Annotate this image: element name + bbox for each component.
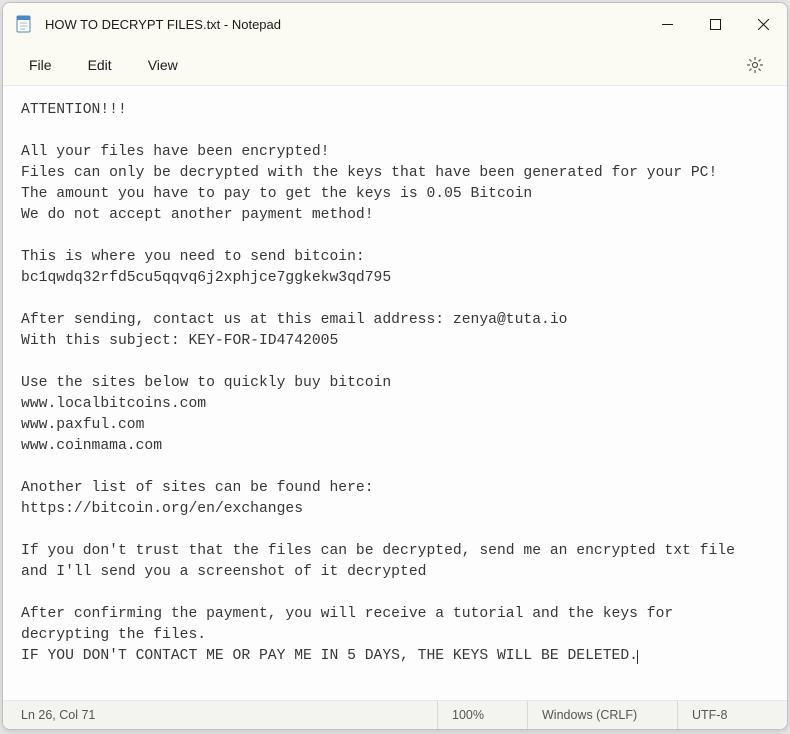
editor-content: ATTENTION!!! All your files have been en…: [21, 102, 735, 664]
menu-view[interactable]: View: [130, 51, 196, 79]
status-line-ending: Windows (CRLF): [527, 701, 677, 729]
menu-edit[interactable]: Edit: [70, 51, 130, 79]
gear-icon: [746, 56, 764, 74]
close-button[interactable]: [739, 3, 787, 45]
settings-button[interactable]: [737, 47, 773, 83]
menu-bar: File Edit View: [3, 45, 787, 85]
minimize-button[interactable]: [643, 3, 691, 45]
title-bar[interactable]: HOW TO DECRYPT FILES.txt - Notepad: [3, 3, 787, 45]
maximize-button[interactable]: [691, 3, 739, 45]
menu-file[interactable]: File: [11, 51, 70, 79]
window-title: HOW TO DECRYPT FILES.txt - Notepad: [45, 17, 643, 32]
status-bar: Ln 26, Col 71 100% Windows (CRLF) UTF-8: [3, 701, 787, 729]
text-caret: [637, 650, 638, 665]
status-zoom[interactable]: 100%: [437, 701, 527, 729]
window-controls: [643, 3, 787, 45]
notepad-icon: [15, 15, 33, 33]
text-editor[interactable]: ATTENTION!!! All your files have been en…: [3, 85, 787, 701]
status-position: Ln 26, Col 71: [3, 701, 109, 729]
notepad-window: HOW TO DECRYPT FILES.txt - Notepad File …: [2, 2, 788, 730]
status-encoding: UTF-8: [677, 701, 787, 729]
